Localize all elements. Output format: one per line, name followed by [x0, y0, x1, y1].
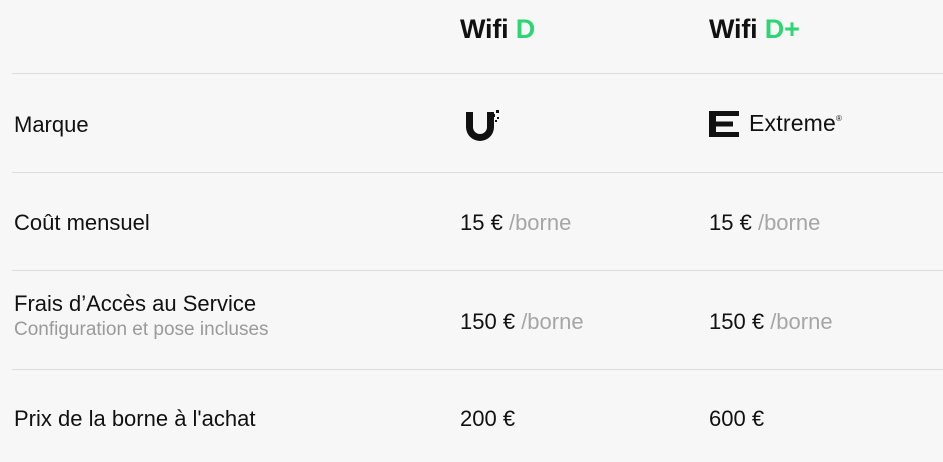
monthly-cost-plan-b: 15 € /borne: [709, 210, 820, 236]
plan-header-suffix: D+: [764, 14, 800, 44]
table-row-purchase-price: Prix de la borne à l'achat 200 € 600 €: [0, 370, 943, 462]
price-unit: /borne: [757, 210, 821, 235]
extreme-logo-text: Extreme®: [749, 110, 843, 136]
table-row-access-fee: Frais d’Accès au Service Configuration e…: [0, 271, 943, 369]
price-value: 150 €: [709, 309, 765, 334]
plan-header-wifi-d-plus: Wifi D+: [709, 14, 800, 45]
price-unit: /borne: [521, 309, 584, 334]
row-label: Prix de la borne à l'achat: [14, 406, 256, 431]
table-row-monthly-cost: Coût mensuel 15 € /borne 15 € /borne: [0, 173, 943, 271]
ubiquiti-logo-icon: [466, 110, 499, 141]
purchase-price-plan-a: 200 €: [460, 406, 516, 431]
price-value: 150 €: [460, 309, 516, 334]
comparison-table: Wifi D Wifi D+ Marque Extreme® Coût mens…: [0, 0, 943, 462]
row-label: Coût mensuel: [14, 210, 150, 235]
header-row: Wifi D Wifi D+: [0, 0, 943, 74]
row-label: Marque: [14, 112, 89, 137]
plan-header-wifi-d: Wifi D: [460, 14, 535, 45]
row-label: Frais d’Accès au Service: [14, 291, 257, 316]
access-fee-plan-a: 150 € /borne: [460, 309, 584, 335]
extreme-logo-icon: [709, 110, 739, 137]
row-sublabel: Configuration et pose incluses: [14, 319, 269, 340]
plan-header-prefix: Wifi: [709, 14, 758, 44]
row-label-group: Frais d’Accès au Service Configuration e…: [14, 291, 269, 341]
table-row-brand: Marque Extreme®: [0, 74, 943, 173]
price-value: 15 €: [460, 210, 503, 235]
plan-header-prefix: Wifi: [460, 14, 509, 44]
monthly-cost-plan-a: 15 € /borne: [460, 210, 571, 236]
extreme-logo: Extreme®: [709, 110, 842, 137]
price-value: 15 €: [709, 210, 752, 235]
price-unit: /borne: [770, 309, 833, 334]
access-fee-plan-b: 150 € /borne: [709, 309, 833, 335]
plan-header-suffix: D: [515, 14, 536, 44]
price-unit: /borne: [508, 210, 572, 235]
purchase-price-plan-b: 600 €: [709, 406, 765, 431]
